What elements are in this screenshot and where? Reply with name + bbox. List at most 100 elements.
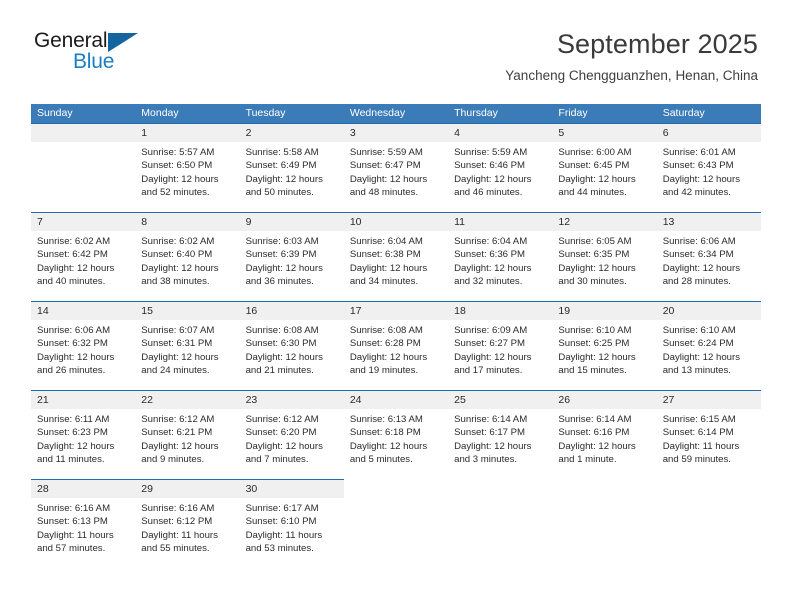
day-cell-26[interactable]: 26 Sunrise: 6:14 AM Sunset: 6:16 PM Dayligh… [552,390,657,479]
day-sun-info: Sunrise: 6:04 AM Sunset: 6:36 PM Daylight:… [448,231,552,289]
day-cell-14[interactable]: 14 Sunrise: 6:06 AM Sunset: 6:32 PM Dayligh… [31,301,136,390]
day-cell-29[interactable]: 29 Sunrise: 6:16 AM Sunset: 6:12 PM Dayligh… [135,479,240,568]
day-sun-info: Sunrise: 5:58 AM Sunset: 6:49 PM Daylight:… [240,142,344,200]
day-number: 8 [135,213,240,231]
brand-name-general: General [34,30,194,52]
sunrise-text: Sunrise: 6:04 AM [454,236,528,247]
daylight-text: Daylight: 12 hours and 3 minutes. [454,440,532,466]
sunrise-text: Sunrise: 5:57 AM [141,147,215,158]
page-header: General Blue September 2025 Yancheng Che… [0,0,792,83]
day-number: 2 [239,124,344,142]
weekday-header-row: Sunday Monday Tuesday Wednesday Thursday Frid… [31,104,761,123]
sunrise-text: Sunrise: 6:06 AM [662,236,736,247]
sunset-text: Sunset: 6:20 PM [245,427,317,439]
day-number: 22 [135,391,240,409]
day-cell-21[interactable]: 21 Sunrise: 6:11 AM Sunset: 6:23 PM Dayligh… [31,390,136,479]
day-cell-2[interactable]: 2 Sunrise: 5:58 AM Sunset: 6:49 PM Daylight… [239,123,344,212]
day-number: 27 [656,391,761,409]
day-cell-12[interactable]: 12 Sunrise: 6:05 AM Sunset: 6:35 PM Dayligh… [552,212,657,301]
sunset-text: Sunset: 6:28 PM [349,338,421,350]
day-cell-empty [656,479,761,568]
daylight-text: Daylight: 11 hours and 57 minutes. [37,529,114,555]
sunrise-text: Sunrise: 6:00 AM [558,147,632,158]
daylight-text: Daylight: 12 hours and 36 minutes. [245,262,323,288]
day-cell-11[interactable]: 11 Sunrise: 6:04 AM Sunset: 6:36 PM Dayligh… [448,212,553,301]
day-cell-22[interactable]: 22 Sunrise: 6:12 AM Sunset: 6:21 PM Dayligh… [135,390,240,479]
brand-text-general: General [34,29,108,52]
weekday-header-monday: Monday [141,107,179,119]
day-cell-24[interactable]: 24 Sunrise: 6:13 AM Sunset: 6:18 PM Dayligh… [343,390,449,479]
day-number [656,479,761,497]
weekday-header-wednesday: Wednesday [349,107,406,119]
day-sun-info: Sunrise: 6:12 AM Sunset: 6:20 PM Daylight:… [240,409,344,467]
sunrise-text: Sunrise: 6:17 AM [245,503,319,514]
weekday-header-saturday: Saturday [662,107,705,119]
day-number: 4 [448,124,553,142]
daylight-text: Daylight: 12 hours and 7 minutes. [245,440,323,466]
sunset-text: Sunset: 6:42 PM [37,249,108,261]
day-cell-10[interactable]: 10 Sunrise: 6:04 AM Sunset: 6:38 PM Dayligh… [343,212,449,301]
day-cell-16[interactable]: 16 Sunrise: 6:08 AM Sunset: 6:30 PM Dayligh… [239,301,344,390]
sunset-text: Sunset: 6:14 PM [662,427,734,439]
daylight-text: Daylight: 11 hours and 59 minutes. [662,440,740,466]
day-cell-25[interactable]: 25 Sunrise: 6:14 AM Sunset: 6:17 PM Dayligh… [448,390,553,479]
day-number: 11 [448,213,553,231]
day-cell-7[interactable]: 7 Sunrise: 6:02 AM Sunset: 6:42 PM Daylight… [31,212,136,301]
day-cell-5[interactable]: 5 Sunrise: 6:00 AM Sunset: 6:45 PM Daylight… [552,123,657,212]
day-cell-9[interactable]: 9 Sunrise: 6:03 AM Sunset: 6:39 PM Daylight… [239,212,344,301]
daylight-text: Daylight: 12 hours and 17 minutes. [454,351,532,377]
daylight-text: Daylight: 12 hours and 19 minutes. [349,351,428,377]
daylight-text: Daylight: 12 hours and 11 minutes. [37,440,115,466]
weekday-header-thursday: Thursday [454,107,498,119]
sunrise-text: Sunrise: 6:11 AM [37,414,110,425]
sunset-text: Sunset: 6:46 PM [454,160,526,172]
daylight-text: Daylight: 12 hours and 34 minutes. [349,262,428,288]
sunset-text: Sunset: 6:24 PM [662,338,734,350]
daylight-text: Daylight: 12 hours and 9 minutes. [141,440,219,466]
day-sun-info: Sunrise: 6:04 AM Sunset: 6:38 PM Daylight:… [344,231,448,289]
day-cell-19[interactable]: 19 Sunrise: 6:10 AM Sunset: 6:25 PM Dayligh… [552,301,657,390]
sunrise-text: Sunrise: 6:14 AM [454,414,528,425]
day-number: 23 [239,391,344,409]
day-cell-6[interactable]: 6 Sunrise: 6:01 AM Sunset: 6:43 PM Daylight… [656,123,761,212]
sunset-text: Sunset: 6:34 PM [662,249,734,261]
sunset-text: Sunset: 6:35 PM [558,249,630,261]
sunrise-text: Sunrise: 6:10 AM [558,325,632,336]
weekday-header-tuesday: Tuesday [245,107,286,119]
day-sun-info: Sunrise: 6:17 AM Sunset: 6:10 PM Daylight:… [240,498,344,556]
day-cell-8[interactable]: 8 Sunrise: 6:02 AM Sunset: 6:40 PM Daylight… [135,212,240,301]
day-cell-17[interactable]: 17 Sunrise: 6:08 AM Sunset: 6:28 PM Dayligh… [343,301,449,390]
day-cell-1[interactable]: 1 Sunrise: 5:57 AM Sunset: 6:50 PM Daylight… [135,123,240,212]
page-subtitle: Yancheng Chengguanzhen, Henan, China [505,68,758,83]
day-cell-28[interactable]: 28 Sunrise: 6:16 AM Sunset: 6:13 PM Dayligh… [31,479,136,568]
sunrise-text: Sunrise: 6:12 AM [141,414,215,425]
day-sun-info: Sunrise: 6:16 AM Sunset: 6:13 PM Daylight:… [31,498,135,556]
day-number: 17 [343,302,449,320]
page-title: September 2025 [556,29,758,59]
day-cell-18[interactable]: 18 Sunrise: 6:09 AM Sunset: 6:27 PM Dayligh… [448,301,553,390]
sunset-text: Sunset: 6:18 PM [349,427,421,439]
sunrise-text: Sunrise: 6:05 AM [558,236,632,247]
day-cell-13[interactable]: 13 Sunrise: 6:06 AM Sunset: 6:34 PM Dayligh… [656,212,761,301]
daylight-text: Daylight: 12 hours and 46 minutes. [454,173,532,199]
daylight-text: Daylight: 12 hours and 40 minutes. [37,262,115,288]
sunset-text: Sunset: 6:50 PM [141,160,213,172]
day-cell-27[interactable]: 27 Sunrise: 6:15 AM Sunset: 6:14 PM Dayligh… [656,390,761,479]
day-cell-4[interactable]: 4 Sunrise: 5:59 AM Sunset: 6:46 PM Daylight… [448,123,553,212]
day-number: 24 [343,391,449,409]
day-sun-info: Sunrise: 5:59 AM Sunset: 6:46 PM Daylight:… [448,142,552,200]
day-cell-20[interactable]: 20 Sunrise: 6:10 AM Sunset: 6:24 PM Dayligh… [656,301,761,390]
sunset-text: Sunset: 6:45 PM [558,160,630,172]
day-sun-info: Sunrise: 6:08 AM Sunset: 6:30 PM Daylight:… [240,320,344,378]
day-cell-15[interactable]: 15 Sunrise: 6:07 AM Sunset: 6:31 PM Dayligh… [135,301,240,390]
day-number: 7 [31,213,136,231]
day-cell-empty [552,479,657,568]
day-cell-23[interactable]: 23 Sunrise: 6:12 AM Sunset: 6:20 PM Dayligh… [239,390,344,479]
day-sun-info: Sunrise: 6:12 AM Sunset: 6:21 PM Daylight:… [135,409,239,467]
sunset-text: Sunset: 6:13 PM [37,516,108,528]
sunrise-text: Sunrise: 6:12 AM [245,414,319,425]
day-cell-30[interactable]: 30 Sunrise: 6:17 AM Sunset: 6:10 PM Dayligh… [239,479,344,568]
sunrise-text: Sunrise: 5:58 AM [245,147,319,158]
day-sun-info: Sunrise: 6:07 AM Sunset: 6:31 PM Daylight:… [135,320,239,378]
day-cell-3[interactable]: 3 Sunrise: 5:59 AM Sunset: 6:47 PM Daylight… [343,123,449,212]
